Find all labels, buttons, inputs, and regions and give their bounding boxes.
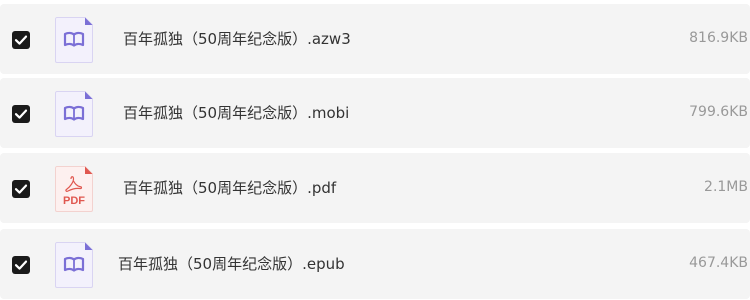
checkbox-checked[interactable] [12, 256, 30, 274]
ebook-icon [54, 16, 94, 64]
checkbox-checked[interactable] [12, 105, 30, 123]
file-size: 816.9KB [689, 30, 748, 46]
file-size: 467.4KB [689, 255, 748, 271]
file-row[interactable]: 百年孤独（50周年纪念版）.epub 467.4KB [0, 229, 750, 299]
file-name[interactable]: 百年孤独（50周年纪念版）.mobi [123, 102, 349, 123]
ebook-icon [54, 90, 94, 138]
file-row[interactable]: PDF 百年孤独（50周年纪念版）.pdf 2.1MB [0, 153, 750, 223]
checkmark-icon [14, 260, 28, 270]
file-size: 799.6KB [689, 104, 748, 120]
file-size: 2.1MB [704, 179, 748, 195]
checkbox-checked[interactable] [12, 180, 30, 198]
file-list: 百年孤独（50周年纪念版）.azw3 816.9KB 百年孤独（50周年纪念版）… [0, 0, 750, 300]
checkmark-icon [14, 35, 28, 45]
ebook-icon [54, 241, 94, 289]
file-row[interactable]: 百年孤独（50周年纪念版）.mobi 799.6KB [0, 78, 750, 148]
file-row[interactable]: 百年孤独（50周年纪念版）.azw3 816.9KB [0, 4, 750, 74]
pdf-icon: PDF [54, 165, 94, 213]
file-name[interactable]: 百年孤独（50周年纪念版）.azw3 [123, 28, 351, 49]
checkbox-checked[interactable] [12, 31, 30, 49]
file-name[interactable]: 百年孤独（50周年纪念版）.epub [118, 253, 345, 274]
pdf-icon-label: PDF [63, 195, 85, 207]
file-name[interactable]: 百年孤独（50周年纪念版）.pdf [123, 177, 336, 198]
checkmark-icon [14, 109, 28, 119]
checkmark-icon [14, 184, 28, 194]
